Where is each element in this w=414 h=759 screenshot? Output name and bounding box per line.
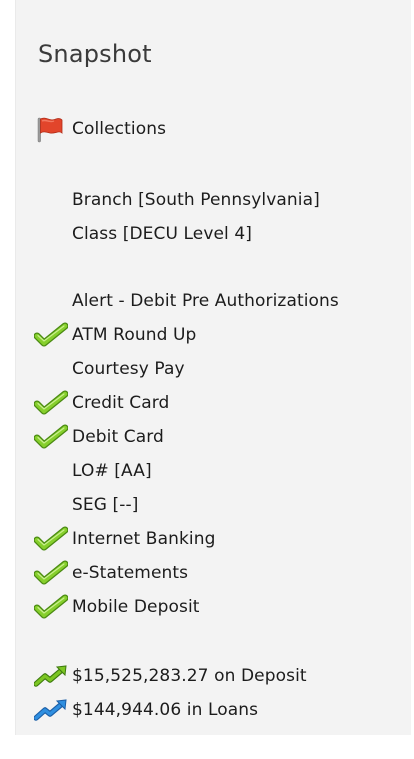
service-debit-card: Debit Card [34,421,164,453]
service-lo-number: LO# [AA] [34,455,152,487]
green-check-icon [34,557,72,589]
class-row: Class [DECU Level 4] [34,218,252,250]
deposit-total-label: $15,525,283.27 on Deposit [72,666,307,686]
service-label: SEG [--] [72,495,139,515]
red-flag-icon [34,113,72,145]
deposit-total-row[interactable]: $15,525,283.27 on Deposit [34,660,307,692]
service-credit-card: Credit Card [34,387,169,419]
collections-row[interactable]: Collections [34,113,166,145]
service-seg: SEG [--] [34,489,138,521]
collections-label: Collections [72,119,167,139]
service-label: LO# [AA] [72,461,152,481]
service-mobile-deposit: Mobile Deposit [34,591,200,623]
service-label: Mobile Deposit [72,597,200,617]
loans-total-row[interactable]: $144,944.06 in Loans [34,694,258,726]
service-internet-banking: Internet Banking [34,523,216,555]
green-trend-arrow-icon [34,660,72,692]
branch-row: Branch [South Pennsylvania] [34,184,320,216]
green-check-icon [34,523,72,555]
service-courtesy-pay: Courtesy Pay [34,353,185,385]
loans-total-label: $144,944.06 in Loans [72,700,259,720]
branch-label: Branch [South Pennsylvania] [72,190,320,210]
service-label: Courtesy Pay [72,359,185,379]
service-label: Credit Card [72,393,170,413]
green-check-icon [34,591,72,623]
class-label: Class [DECU Level 4] [72,224,253,244]
blue-trend-arrow-icon [34,694,72,726]
service-alert-debit-pre-auth: Alert - Debit Pre Authorizations [34,285,339,317]
service-label: Alert - Debit Pre Authorizations [72,291,339,311]
panel-title: Snapshot [38,40,152,68]
service-label: Debit Card [72,427,164,447]
service-atm-round-up: ATM Round Up [34,319,196,351]
service-label: Internet Banking [72,529,216,549]
service-e-statements: e-Statements [34,557,188,589]
green-check-icon [34,421,72,453]
green-check-icon [34,387,72,419]
service-label: e-Statements [72,563,189,583]
green-check-icon [34,319,72,351]
service-label: ATM Round Up [72,325,197,345]
